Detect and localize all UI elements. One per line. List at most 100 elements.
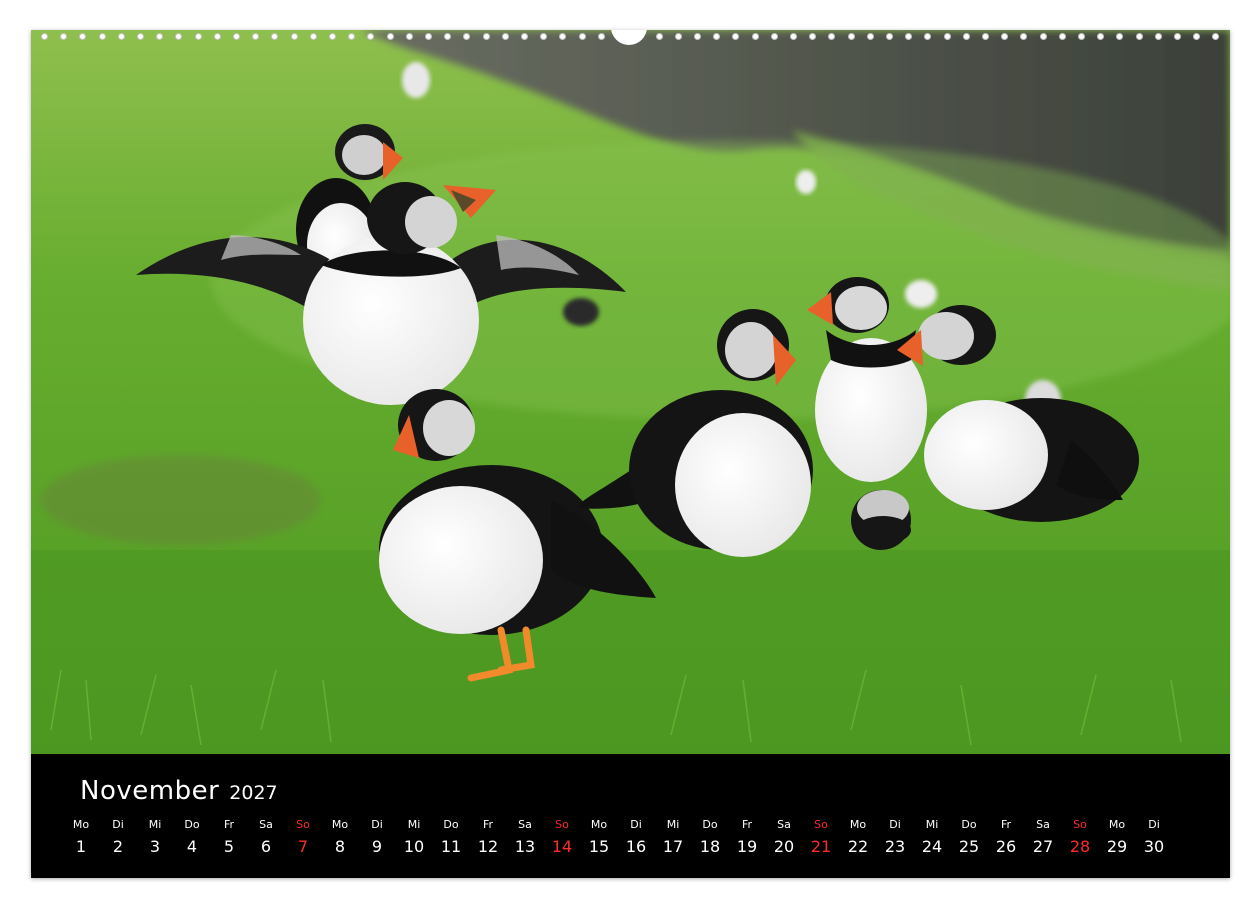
binding-hole bbox=[770, 33, 778, 40]
weekday-label: Mi bbox=[666, 818, 680, 831]
weekday-label: Sa bbox=[259, 818, 273, 831]
day-cell: Fr 26 bbox=[988, 818, 1024, 859]
weekday-label: Sa bbox=[518, 818, 532, 831]
binding-hole bbox=[1001, 33, 1009, 40]
day-cell: Mi 24 bbox=[914, 818, 950, 859]
day-number: 3 bbox=[149, 837, 161, 856]
binding-hole bbox=[905, 33, 913, 40]
binding-hole bbox=[540, 33, 548, 40]
binding-hole bbox=[578, 33, 586, 40]
day-number: 18 bbox=[699, 837, 721, 856]
day-cell: Di 2 bbox=[100, 818, 136, 859]
weekday-label: Fr bbox=[741, 818, 753, 831]
day-cell: Fr 5 bbox=[211, 818, 247, 859]
day-number: 13 bbox=[514, 837, 536, 856]
day-cell: Di 30 bbox=[1136, 818, 1172, 859]
weekday-label: Mi bbox=[148, 818, 162, 831]
binding-hole bbox=[962, 33, 970, 40]
day-number: 5 bbox=[223, 837, 235, 856]
binding-hole bbox=[1173, 33, 1181, 40]
binding-hole bbox=[463, 33, 471, 40]
day-number: 28 bbox=[1069, 837, 1091, 856]
binding-hole bbox=[213, 33, 221, 40]
calendar-page: November 2027 Mo 1 Di 2 Mi 3 Do 4 Fr 5 Sa 6 So 7 Mo 8 Di… bbox=[31, 30, 1230, 878]
binding-hole bbox=[60, 33, 68, 40]
binding-hole bbox=[751, 33, 759, 40]
day-cell: So 28 bbox=[1062, 818, 1098, 859]
binding-hole bbox=[521, 33, 529, 40]
binding-hole bbox=[1212, 33, 1220, 40]
day-number: 24 bbox=[921, 837, 943, 856]
spiral-binding bbox=[31, 30, 1230, 45]
binding-hole bbox=[1154, 33, 1162, 40]
day-number: 1 bbox=[75, 837, 87, 856]
day-number: 11 bbox=[440, 837, 462, 856]
weekday-label: Fr bbox=[223, 818, 235, 831]
day-number: 23 bbox=[884, 837, 906, 856]
day-cell: Di 9 bbox=[359, 818, 395, 859]
weekday-label: Di bbox=[1148, 818, 1160, 831]
weekday-label: Mo bbox=[849, 818, 867, 831]
weekday-label: Di bbox=[630, 818, 642, 831]
binding-hole bbox=[444, 33, 452, 40]
weekday-label: Di bbox=[371, 818, 383, 831]
weekday-label: Do bbox=[702, 818, 718, 831]
day-number: 17 bbox=[662, 837, 684, 856]
binding-hole bbox=[866, 33, 874, 40]
binding-hole bbox=[1097, 33, 1105, 40]
day-cell: Sa 20 bbox=[766, 818, 802, 859]
weekday-label: Sa bbox=[777, 818, 791, 831]
day-cell: So 21 bbox=[803, 818, 839, 859]
binding-hole bbox=[1039, 33, 1047, 40]
binding-hole bbox=[233, 33, 241, 40]
year: 2027 bbox=[229, 782, 278, 804]
day-cell: So 7 bbox=[285, 818, 321, 859]
weekday-label: Di bbox=[112, 818, 124, 831]
day-cell: Di 23 bbox=[877, 818, 913, 859]
day-cell: Mi 3 bbox=[137, 818, 173, 859]
binding-hole bbox=[425, 33, 433, 40]
day-cell: Do 18 bbox=[692, 818, 728, 859]
weekday-label: Mo bbox=[590, 818, 608, 831]
binding-hole bbox=[194, 33, 202, 40]
day-grid: Mo 1 Di 2 Mi 3 Do 4 Fr 5 Sa 6 So 7 Mo 8 Di 9 Mi 10 Do 11 Fr 12 S… bbox=[73, 818, 1191, 866]
day-cell: Sa 27 bbox=[1025, 818, 1061, 859]
weekday-label: Mi bbox=[407, 818, 421, 831]
weekday-label: So bbox=[1073, 818, 1087, 831]
binding-hole bbox=[789, 33, 797, 40]
binding-hole bbox=[329, 33, 337, 40]
day-number: 8 bbox=[334, 837, 346, 856]
day-cell: Do 25 bbox=[951, 818, 987, 859]
month-title: November 2027 bbox=[80, 776, 278, 806]
binding-hole bbox=[828, 33, 836, 40]
binding-hole bbox=[924, 33, 932, 40]
binding-hole bbox=[809, 33, 817, 40]
day-number: 9 bbox=[371, 837, 383, 856]
binding-hole bbox=[943, 33, 951, 40]
day-number: 27 bbox=[1032, 837, 1054, 856]
binding-hole bbox=[847, 33, 855, 40]
binding-hole bbox=[175, 33, 183, 40]
day-number: 14 bbox=[551, 837, 573, 856]
binding-hole bbox=[693, 33, 701, 40]
day-number: 6 bbox=[260, 837, 272, 856]
day-cell: Mi 10 bbox=[396, 818, 432, 859]
binding-hole bbox=[1193, 33, 1201, 40]
binding-hole bbox=[156, 33, 164, 40]
day-number: 21 bbox=[810, 837, 832, 856]
day-number: 4 bbox=[186, 837, 198, 856]
puffins-photo bbox=[31, 30, 1230, 754]
day-number: 12 bbox=[477, 837, 499, 856]
day-cell: Sa 13 bbox=[507, 818, 543, 859]
binding-hole bbox=[482, 33, 490, 40]
binding-hole bbox=[885, 33, 893, 40]
binding-hole bbox=[348, 33, 356, 40]
binding-hole bbox=[655, 33, 663, 40]
binding-hole bbox=[405, 33, 413, 40]
binding-hole bbox=[98, 33, 106, 40]
day-cell: Fr 19 bbox=[729, 818, 765, 859]
day-number: 2 bbox=[112, 837, 124, 856]
binding-hole bbox=[271, 33, 279, 40]
day-number: 29 bbox=[1106, 837, 1128, 856]
binding-hole bbox=[732, 33, 740, 40]
